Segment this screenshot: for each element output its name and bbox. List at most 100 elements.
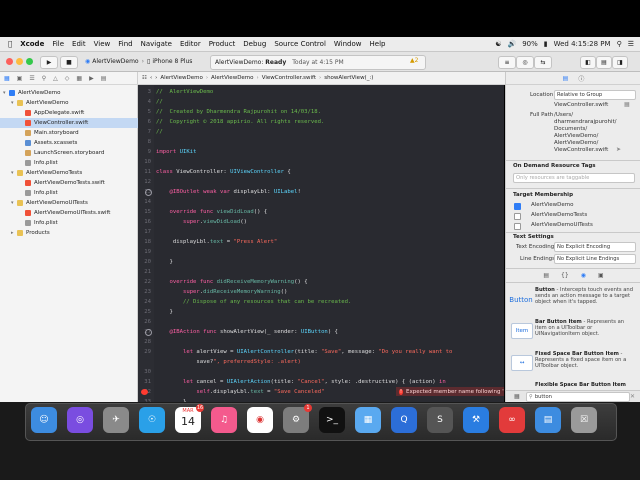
code-line[interactable]: 17 — [138, 227, 504, 237]
menu-window[interactable]: Window — [330, 40, 366, 48]
clock[interactable]: Wed 4:15:28 PM — [554, 40, 611, 48]
nav-item[interactable]: Main.storyboard — [0, 128, 156, 138]
menu-debug[interactable]: Debug — [239, 40, 270, 48]
minimize-window-button[interactable] — [16, 58, 23, 65]
code-line[interactable]: 12 — [138, 177, 504, 187]
safari-icon[interactable]: ☉ — [139, 407, 165, 433]
volume-icon[interactable]: 🔊 — [507, 40, 516, 48]
nav-item[interactable]: Info.plist — [0, 188, 156, 198]
code-line[interactable]: 7 // — [138, 127, 504, 137]
menu-list-icon[interactable]: ☰ — [628, 40, 634, 48]
code-line[interactable]: 11 class ViewController: UIViewController… — [138, 167, 504, 177]
siri-icon[interactable]: ◎ — [67, 407, 93, 433]
code-line[interactable]: 31 let cancel = UIAlertAction(title: "Ca… — [138, 377, 504, 387]
menu-view[interactable]: View — [90, 40, 115, 48]
text-encoding-select[interactable]: No Explicit Encoding — [554, 242, 636, 252]
jump-crumb-group[interactable]: AlertViewDemo — [211, 75, 254, 81]
nav-item[interactable]: ▾ AlertViewDemoTests — [0, 168, 148, 178]
code-line[interactable]: 30 — [138, 367, 504, 377]
finder-icon[interactable]: ☺ — [31, 407, 57, 433]
related-items-icon[interactable]: ☷ — [142, 75, 147, 81]
battery-icon[interactable]: ▮ — [544, 40, 548, 48]
source-control-icon[interactable]: ▣ — [17, 75, 23, 82]
code-line[interactable]: 23 super.didReceiveMemoryWarning() — [138, 287, 504, 297]
symbol-icon[interactable]: ☰ — [29, 75, 34, 82]
code-line[interactable]: 20 } — [138, 257, 504, 267]
code-line[interactable]: 26 — [138, 317, 504, 327]
jump-crumb-project[interactable]: AlertViewDemo — [160, 75, 203, 81]
clear-filter-icon[interactable]: ✕ — [630, 393, 635, 400]
assistant-editor-button[interactable]: ◎ — [516, 56, 534, 69]
library-item-flexible-space[interactable]: Flexible Space Bar Button Item — [511, 382, 637, 390]
test-icon[interactable]: ◇ — [65, 75, 70, 82]
code-line[interactable]: 4 // — [138, 97, 504, 107]
help-icon[interactable]: ⓘ — [578, 74, 584, 83]
find-icon[interactable]: ⚲ — [42, 75, 46, 82]
preferences-icon[interactable]: ⚙ 1 — [283, 404, 312, 433]
battery-percent[interactable]: 90% — [522, 40, 538, 48]
report-icon[interactable]: ▤ — [101, 75, 107, 82]
warning-count[interactable]: ▲2 — [410, 57, 418, 64]
itunes-icon[interactable]: ♫ — [211, 407, 237, 433]
gutter-error-icon[interactable] — [141, 389, 148, 395]
code-line[interactable]: 25 } — [138, 307, 504, 317]
location-select[interactable]: Relative to Group — [554, 90, 636, 100]
file-inspector-icon[interactable]: ▤ — [563, 75, 569, 82]
menu-help[interactable]: Help — [366, 40, 390, 48]
calendar-icon[interactable]: MAR 14 16 — [175, 404, 204, 433]
error-annotation[interactable]: ! Expected member name following '.' — [396, 387, 504, 396]
odr-tags-field[interactable]: Only resources are taggable — [513, 173, 635, 183]
jump-crumb-file[interactable]: ViewController.swift — [262, 75, 316, 81]
menu-find[interactable]: Find — [114, 40, 136, 48]
menu-editor[interactable]: Editor — [176, 40, 205, 48]
code-snippet-icon[interactable]: {} — [561, 272, 569, 279]
menu-navigate[interactable]: Navigate — [137, 40, 176, 48]
xcode-icon[interactable]: ⚒ — [463, 407, 489, 433]
nav-item[interactable]: ▾ AlertViewDemo — [0, 98, 148, 108]
nav-item[interactable]: ▸ Products — [0, 228, 148, 238]
menu-app-name[interactable]: Xcode — [16, 40, 48, 48]
nav-item[interactable]: ▾ AlertViewDemoUITests — [0, 198, 148, 208]
standard-editor-button[interactable]: ≡ — [498, 56, 516, 69]
code-line[interactable]: 27 @IBAction func showAlertView(_ sender… — [138, 327, 504, 337]
target-checkbox-tests[interactable] — [514, 213, 521, 220]
code-line[interactable]: 15 override func viewDidLoad() { — [138, 207, 504, 217]
file-template-icon[interactable]: ▤ — [543, 272, 549, 279]
nav-item[interactable]: LaunchScreen.storyboard — [0, 148, 156, 158]
library-item-button[interactable]: Button Button - Intercepts touch events … — [509, 287, 637, 311]
folder-icon[interactable]: ▤ — [535, 407, 561, 433]
creative-cloud-icon[interactable]: ∞ — [499, 407, 525, 433]
code-line[interactable]: 24 // Dispose of any resources that can … — [138, 297, 504, 307]
issue-icon[interactable]: △ — [53, 75, 58, 82]
code-line[interactable]: 29 let alertView = UIAlertController(tit… — [138, 347, 504, 357]
menu-product[interactable]: Product — [205, 40, 240, 48]
close-window-button[interactable] — [6, 58, 13, 65]
target-checkbox-app[interactable] — [514, 203, 521, 210]
media-library-icon[interactable]: ▣ — [598, 272, 604, 279]
code-line[interactable]: 21 — [138, 267, 504, 277]
apple-icon[interactable]:  — [0, 40, 16, 48]
back-icon[interactable]: ‹ — [150, 75, 152, 81]
library-filter-input[interactable]: ⚲ button — [526, 392, 630, 402]
nav-item[interactable]: ViewController.swift — [0, 118, 156, 128]
object-library-icon[interactable]: ◉ — [581, 272, 586, 279]
menu-source-control[interactable]: Source Control — [270, 40, 330, 48]
code-line[interactable]: 5 // Created by Dharmendra Rajpurohit on … — [138, 107, 504, 117]
nav-item[interactable]: Info.plist — [0, 218, 156, 228]
wifi-icon[interactable]: ☯ — [495, 40, 501, 48]
code-line[interactable]: 28 — [138, 337, 504, 347]
source-editor[interactable]: 3 // AlertViewDemo 4 // 5 // Created by Dharm… — [138, 85, 504, 402]
code-line[interactable]: 22 override func didReceiveMemoryWarning… — [138, 277, 504, 287]
library-item-fixed-space[interactable]: ↔ Fixed Space Bar Button Item - Represen… — [511, 351, 637, 375]
forward-icon[interactable]: › — [155, 75, 157, 81]
toggle-utilities-button[interactable]: ◨ — [612, 56, 628, 69]
code-line[interactable]: 13 @IBOutlet weak var displayLbl: UILabe… — [138, 187, 504, 197]
preview-icon[interactable]: ▦ — [355, 407, 381, 433]
folder-icon[interactable]: ▦ — [4, 75, 10, 82]
nav-item[interactable]: Assets.xcassets — [0, 138, 156, 148]
run-button[interactable]: ▶ — [40, 56, 58, 69]
nav-item[interactable]: AlertViewDemoTests.swift — [0, 178, 156, 188]
nav-item[interactable]: AppDelegate.swift — [0, 108, 156, 118]
nav-item[interactable]: Info.plist — [0, 158, 156, 168]
connection-circle-icon[interactable] — [145, 329, 152, 336]
